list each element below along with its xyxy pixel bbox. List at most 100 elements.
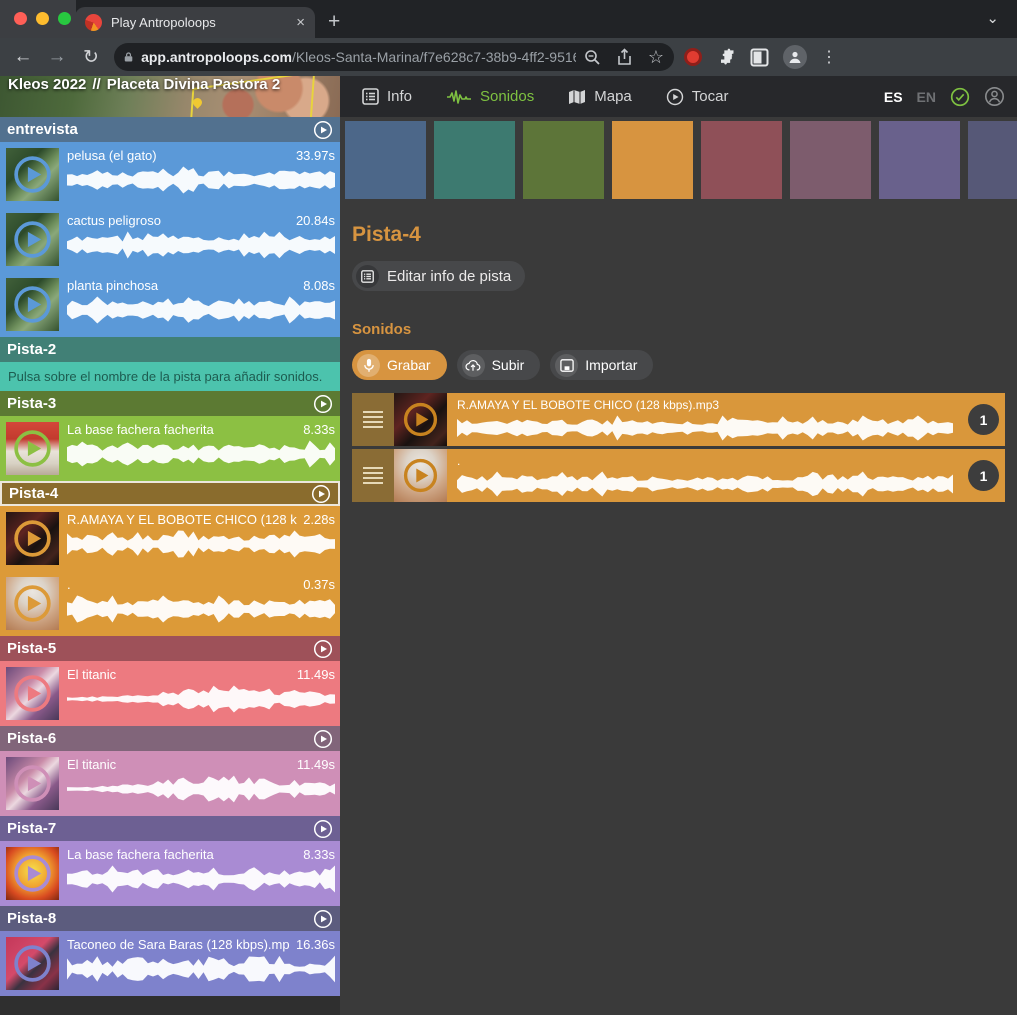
sound-thumbnail[interactable] [6, 937, 59, 990]
url-domain: app.antropoloops.com [141, 49, 292, 65]
tab-mapa[interactable]: Mapa [568, 88, 632, 105]
pista-name[interactable]: Pista-3 [7, 395, 313, 412]
color-swatch-pista-6[interactable] [790, 121, 871, 199]
grabar-label: Grabar [387, 357, 431, 373]
drag-handle[interactable] [352, 449, 394, 502]
sidebar-pista-header[interactable]: entrevista [0, 117, 340, 142]
sound-item[interactable]: El titanic11.49s [0, 751, 340, 816]
sound-thumbnail[interactable] [6, 667, 59, 720]
bookmark-star-icon[interactable]: ☆ [648, 48, 664, 66]
color-swatch-pista-4[interactable] [612, 121, 693, 199]
pista-name[interactable]: entrevista [7, 121, 313, 138]
tab-info[interactable]: Info [362, 88, 412, 105]
sound-thumbnail[interactable] [6, 148, 59, 201]
new-tab-button[interactable]: + [328, 8, 340, 36]
subir-button[interactable]: Subir [457, 350, 541, 380]
close-window-button[interactable] [14, 12, 27, 25]
color-swatch-pista-7[interactable] [879, 121, 960, 199]
sound-item[interactable]: El titanic11.49s [0, 661, 340, 726]
tab-sonidos[interactable]: Sonidos [446, 88, 534, 105]
sound-thumbnail[interactable] [394, 449, 447, 502]
importar-button[interactable]: Importar [550, 350, 653, 380]
minimize-window-button[interactable] [36, 12, 49, 25]
pista-play-button[interactable] [313, 394, 333, 414]
pista-name[interactable]: Pista-5 [7, 640, 313, 657]
extensions-puzzle-icon[interactable] [716, 47, 736, 67]
tab-search-chevron-icon[interactable]: ⌄ [986, 9, 999, 27]
forward-button[interactable]: → [40, 46, 74, 68]
sound-thumbnail[interactable] [394, 393, 447, 446]
sound-row[interactable]: R.AMAYA Y EL BOBOTE CHICO (128 kbps).mp3… [352, 393, 1005, 446]
sound-thumbnail[interactable] [6, 422, 59, 475]
sidebar-pista-header[interactable]: Pista-5 [0, 636, 340, 661]
pista-play-button[interactable] [313, 120, 333, 140]
pista-name[interactable]: Pista-4 [9, 485, 311, 502]
sound-item[interactable]: R.AMAYA Y EL BOBOTE CHICO (128 kbps)....… [0, 506, 340, 571]
project-banner[interactable]: Kleos 2022//Placeta Divina Pastora 2 [0, 76, 340, 117]
person-icon [788, 50, 802, 64]
pista-name[interactable]: Pista-6 [7, 730, 313, 747]
window-controls[interactable] [14, 12, 71, 25]
side-panel-icon[interactable] [750, 48, 769, 67]
sound-waveform [67, 955, 335, 983]
lang-es-button[interactable]: ES [884, 89, 903, 105]
sidebar-pista-header[interactable]: Pista-4 [0, 481, 340, 506]
sound-item[interactable]: .0.37s [0, 571, 340, 636]
sidebar-pista-header[interactable]: Pista-3 [0, 391, 340, 416]
breadcrumb-separator: // [92, 76, 100, 93]
pista-name[interactable]: Pista-7 [7, 820, 313, 837]
pista-play-button[interactable] [313, 729, 333, 749]
close-tab-icon[interactable]: × [296, 14, 305, 31]
sound-thumbnail[interactable] [6, 577, 59, 630]
color-swatch-pista-3[interactable] [523, 121, 604, 199]
grabar-button[interactable]: Grabar [352, 350, 447, 380]
url-path: /Kleos-Santa-Marina/f7e628c7-38b9-4ff2-9… [292, 49, 576, 65]
sound-thumbnail[interactable] [6, 757, 59, 810]
sidebar-pista-header[interactable]: Pista-6 [0, 726, 340, 751]
pista-name[interactable]: Pista-8 [7, 910, 313, 927]
sound-item[interactable]: pelusa (el gato)33.97s [0, 142, 340, 207]
color-swatch-pista-5[interactable] [701, 121, 782, 199]
sidebar-pista-header[interactable]: Pista-2 [0, 337, 340, 362]
sound-thumbnail[interactable] [6, 213, 59, 266]
color-swatch-pista-2[interactable] [434, 121, 515, 199]
sound-thumbnail[interactable] [6, 278, 59, 331]
account-icon[interactable] [984, 86, 1005, 107]
pista-play-button[interactable] [313, 819, 333, 839]
pista-play-button[interactable] [313, 639, 333, 659]
lang-en-button[interactable]: EN [917, 89, 936, 105]
sound-waveform [67, 166, 335, 194]
sound-item[interactable]: planta pinchosa8.08s [0, 272, 340, 337]
sound-item[interactable]: Taconeo de Sara Baras (128 kbps).mp316.3… [0, 931, 340, 996]
maximize-window-button[interactable] [58, 12, 71, 25]
sound-count-badge: 1 [968, 404, 999, 435]
zoom-icon[interactable] [584, 49, 601, 66]
edit-pista-info-button[interactable]: Editar info de pista [352, 261, 525, 291]
sound-waveform [457, 471, 953, 497]
back-button[interactable]: ← [6, 46, 40, 68]
sound-thumbnail[interactable] [6, 512, 59, 565]
sound-thumbnail[interactable] [6, 847, 59, 900]
record-extension-icon[interactable] [684, 48, 702, 66]
sidebar-pista-header[interactable]: Pista-8 [0, 906, 340, 931]
sound-row[interactable]: .1 [352, 449, 1005, 502]
sound-item[interactable]: La base fachera facherita8.33s [0, 416, 340, 481]
color-swatch-pista-8[interactable] [968, 121, 1017, 199]
pista-play-button[interactable] [311, 484, 331, 504]
sidebar-pista-header[interactable]: Pista-7 [0, 816, 340, 841]
tab-tocar[interactable]: Tocar [666, 88, 729, 106]
sound-item[interactable]: cactus peligroso20.84s [0, 207, 340, 272]
share-icon[interactable] [617, 48, 632, 66]
pista-play-button[interactable] [313, 909, 333, 929]
drag-handle[interactable] [352, 393, 394, 446]
sound-item[interactable]: La base fachera facherita8.33s [0, 841, 340, 906]
color-swatch-pista-1[interactable] [345, 121, 426, 199]
breadcrumb-project[interactable]: Kleos 2022 [8, 76, 86, 93]
pista-name[interactable]: Pista-2 [7, 341, 333, 358]
grabar-icon [357, 354, 380, 377]
profile-avatar[interactable] [783, 45, 807, 69]
browser-tab[interactable]: Play Antropoloops × [75, 7, 315, 38]
reload-button[interactable]: ↻ [74, 46, 108, 69]
browser-menu-icon[interactable]: ⋮ [821, 47, 837, 67]
address-bar[interactable]: app.antropoloops.com/Kleos-Santa-Marina/… [114, 43, 674, 71]
